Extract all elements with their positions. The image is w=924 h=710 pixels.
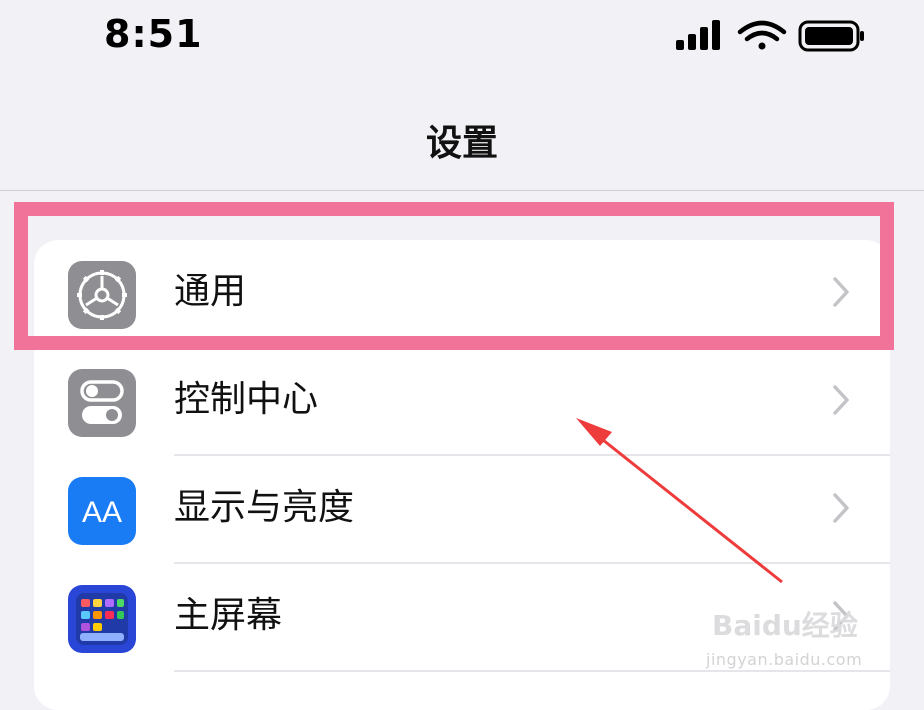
status-bar: 8:51 (0, 0, 924, 80)
wifi-icon (737, 20, 787, 50)
page-title: 设置 (425, 123, 498, 164)
settings-item-home-screen[interactable]: 主屏幕 (34, 564, 890, 672)
cellular-signal-icon (676, 20, 720, 50)
settings-item-general[interactable]: 通用 (34, 240, 890, 348)
chevron-right-icon (833, 493, 849, 523)
chevron-right-icon (833, 277, 849, 307)
settings-item-label: 主屏幕 (174, 595, 283, 636)
settings-list: 通用 控制中心 AA 显示与亮度 主屏幕 (34, 240, 890, 710)
toggles-icon (68, 369, 136, 437)
display-icon-text: AA (82, 496, 122, 529)
settings-item-control-center[interactable]: 控制中心 (34, 348, 890, 456)
home-screen-icon (68, 585, 136, 653)
chevron-right-icon (833, 385, 849, 415)
settings-item-display-brightness[interactable]: AA 显示与亮度 (34, 456, 890, 564)
settings-item-label: 显示与亮度 (174, 487, 355, 528)
settings-item-label: 控制中心 (174, 379, 319, 420)
gear-icon (68, 261, 136, 329)
status-time: 8:51 (104, 12, 203, 56)
battery-icon (798, 20, 864, 52)
display-brightness-icon: AA (68, 477, 136, 545)
chevron-right-icon (833, 601, 849, 631)
nav-divider (0, 190, 924, 191)
status-icons (676, 20, 864, 52)
row-separator (174, 670, 890, 672)
settings-item-label: 通用 (174, 271, 247, 312)
